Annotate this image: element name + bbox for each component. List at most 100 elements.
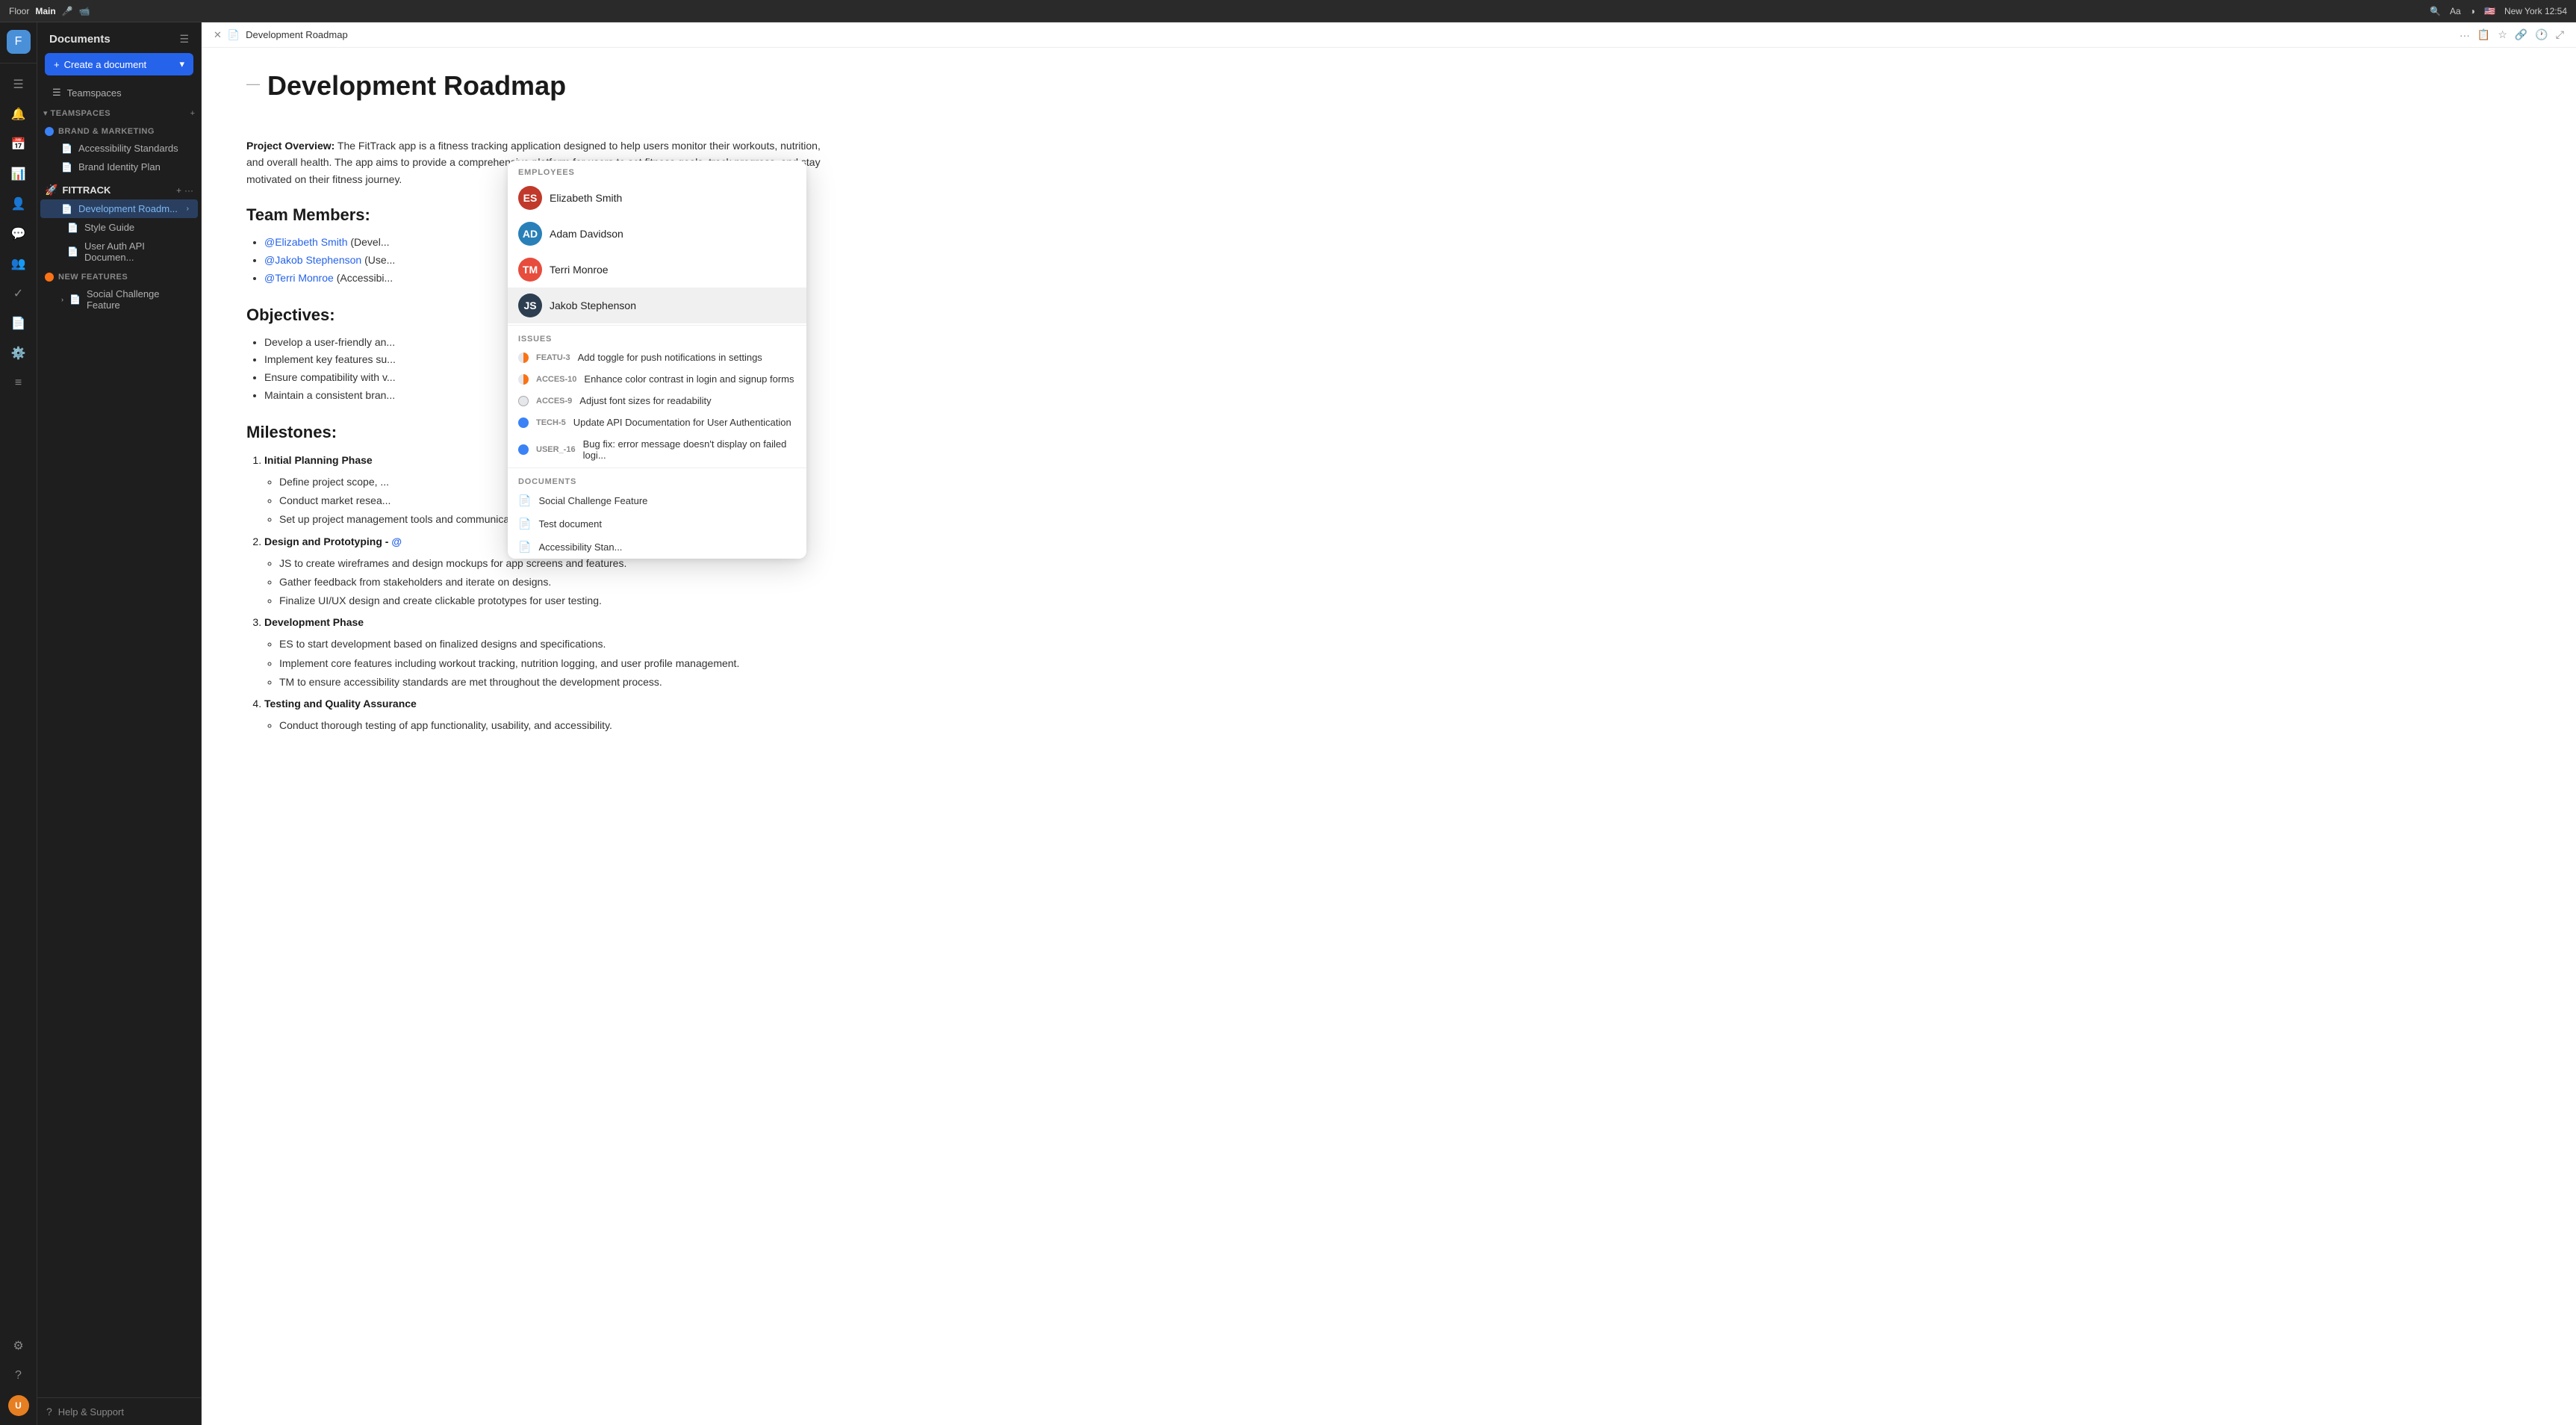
popup-doc-social[interactable]: 📄 Social Challenge Feature: [508, 489, 806, 512]
popup-issue-acces9[interactable]: ACCES-9 Adjust font sizes for readabilit…: [508, 390, 806, 412]
doc-file-icon: 📄: [228, 29, 240, 41]
nav-bell-icon[interactable]: 🔔: [7, 102, 31, 126]
popup-doc-name-social: Social Challenge Feature: [538, 495, 647, 506]
topbar-search-icon[interactable]: 🔍: [2430, 6, 2441, 16]
issue-badge-featu3: FEATU-3: [536, 353, 570, 362]
issue-dot-user16: [518, 444, 529, 455]
create-document-button[interactable]: + Create a document ▾: [45, 53, 193, 75]
popup-employee-adam[interactable]: AD Adam Davidson: [508, 216, 806, 252]
issue-text-featu3: Add toggle for push notifications in set…: [578, 352, 762, 363]
nav-chart-icon[interactable]: 📊: [7, 162, 31, 186]
fittrack-add-icon[interactable]: +: [176, 185, 181, 196]
topbar-mic-icon[interactable]: 🎤: [62, 6, 73, 16]
popup-employee-terri[interactable]: TM Terri Monroe: [508, 252, 806, 288]
nav-layers-icon[interactable]: ≡: [7, 371, 31, 395]
help-question-icon: ?: [46, 1406, 52, 1418]
issue-text-user16: Bug fix: error message doesn't display o…: [583, 438, 796, 461]
nav-docs-icon[interactable]: 📄: [7, 311, 31, 335]
topbar-theme-icon[interactable]: ◑: [2470, 6, 2475, 16]
new-features-label: NEW FEATURES: [58, 273, 128, 282]
popup-employee-elizabeth[interactable]: ES Elizabeth Smith: [508, 180, 806, 216]
mention-popup: EMPLOYEES ES Elizabeth Smith AD Adam Dav…: [508, 161, 806, 559]
mention-jakob[interactable]: @Jakob Stephenson: [264, 254, 361, 266]
mention-terri[interactable]: @Terri Monroe: [264, 272, 334, 284]
main-content: ✕ 📄 Development Roadmap ··· 📋 ☆ 🔗 🕐 ⤢ — …: [202, 22, 2576, 1425]
new-features-header[interactable]: NEW FEATURES: [37, 270, 201, 285]
doc-icon-user-auth: 📄: [67, 246, 78, 257]
app-logo[interactable]: F: [7, 30, 31, 54]
doc-title-area: — Development Roadmap: [246, 70, 829, 119]
mention-elizabeth[interactable]: @Elizabeth Smith: [264, 236, 347, 248]
nav-group-icon[interactable]: 👥: [7, 252, 31, 276]
popup-doc-icon-accessibility: 📄: [518, 541, 531, 553]
topbar-aa-icon[interactable]: Aa: [2450, 6, 2461, 16]
sidebar-teamspaces-link[interactable]: ☰ Teamspaces: [40, 83, 198, 102]
milestone-2-task-2: Gather feedback from stakeholders and it…: [279, 573, 829, 592]
doc-icon-style: 📄: [67, 223, 78, 233]
popup-employee-jakob[interactable]: JS Jakob Stephenson: [508, 288, 806, 323]
milestone-4: Testing and Quality Assurance Conduct th…: [264, 695, 829, 735]
fittrack-more-icon[interactable]: ···: [184, 185, 193, 196]
popup-doc-name-accessibility: Accessibility Stan...: [538, 541, 622, 553]
nav-avatar-icon[interactable]: U: [7, 1394, 31, 1418]
doc-history-icon[interactable]: 🕐: [2535, 28, 2548, 41]
teamspaces-add-icon[interactable]: +: [190, 109, 195, 118]
brand-marketing-header[interactable]: BRAND & MARKETING: [37, 124, 201, 139]
milestone-3: Development Phase ES to start developmen…: [264, 613, 829, 692]
popup-issue-featu3[interactable]: FEATU-3 Add toggle for push notification…: [508, 347, 806, 368]
milestone-3-task-3: TM to ensure accessibility standards are…: [279, 673, 829, 692]
sidebar-item-social-challenge[interactable]: › 📄 Social Challenge Feature: [40, 285, 198, 314]
teamspaces-label: Teamspaces: [67, 87, 122, 99]
fittrack-section: 🚀 FITTRACK + ··· 📄 Development Roadm... …: [37, 179, 201, 267]
sidebar-header: Documents ☰: [37, 22, 201, 53]
sidebar-item-brand-identity[interactable]: 📄 Brand Identity Plan: [40, 158, 198, 176]
popup-issue-acces10[interactable]: ACCES-10 Enhance color contrast in login…: [508, 368, 806, 390]
doc-icon-dev-roadmap: 📄: [61, 204, 72, 214]
issue-badge-user16: USER_-16: [536, 445, 576, 454]
new-features-section: NEW FEATURES › 📄 Social Challenge Featur…: [37, 270, 201, 314]
nav-chat-icon[interactable]: 💬: [7, 222, 31, 246]
popup-issue-tech5[interactable]: TECH-5 Update API Documentation for User…: [508, 412, 806, 433]
help-support-label[interactable]: Help & Support: [58, 1406, 124, 1418]
mention-at[interactable]: @: [391, 535, 402, 547]
popup-doc-test[interactable]: 📄 Test document: [508, 512, 806, 535]
doc-expand-icon[interactable]: ⤢: [2556, 28, 2564, 41]
avatar-elizabeth: ES: [518, 186, 542, 210]
sidebar-item-style-guide[interactable]: 📄 Style Guide: [40, 218, 198, 237]
nav-menu-icon[interactable]: ☰: [7, 72, 31, 96]
milestone-3-task-1: ES to start development based on finaliz…: [279, 635, 829, 653]
doc-close-icon[interactable]: ✕: [214, 29, 222, 41]
doc-link-icon[interactable]: 🔗: [2515, 28, 2527, 41]
issue-badge-acces9: ACCES-9: [536, 397, 572, 406]
sidebar-item-dev-roadmap[interactable]: 📄 Development Roadm... ›: [40, 199, 198, 218]
new-features-dot: [45, 273, 54, 282]
employee-name-elizabeth: Elizabeth Smith: [550, 192, 622, 204]
topbar-location-time: New York 12:54: [2504, 6, 2567, 16]
sidebar-item-user-auth[interactable]: 📄 User Auth API Documen...: [40, 237, 198, 267]
sidebar-menu-icon[interactable]: ☰: [179, 33, 189, 46]
popup-employees-label: EMPLOYEES: [508, 161, 806, 180]
doc-collapse-icon[interactable]: —: [246, 76, 260, 92]
nav-help-icon[interactable]: ?: [7, 1364, 31, 1388]
doc-star-icon[interactable]: ☆: [2498, 28, 2507, 41]
nav-user-icon[interactable]: 👤: [7, 192, 31, 216]
nav-check-icon[interactable]: ✓: [7, 282, 31, 305]
sidebar-item-accessibility[interactable]: 📄 Accessibility Standards: [40, 139, 198, 158]
popup-doc-accessibility[interactable]: 📄 Accessibility Stan...: [508, 535, 806, 559]
milestone-3-task-2: Implement core features including workou…: [279, 654, 829, 673]
nav-calendar-icon[interactable]: 📅: [7, 132, 31, 156]
issue-text-acces10: Enhance color contrast in login and sign…: [584, 373, 794, 385]
nav-star-icon[interactable]: ⚙️: [7, 341, 31, 365]
popup-issue-user16[interactable]: USER_-16 Bug fix: error message doesn't …: [508, 433, 806, 466]
nav-sliders-icon[interactable]: ⚙: [7, 1334, 31, 1358]
topbar-workspace: Main: [35, 6, 55, 16]
doc-icon-social: 📄: [69, 294, 81, 305]
doc-more-icon[interactable]: ···: [2460, 29, 2470, 41]
topbar-cam-icon[interactable]: 📹: [79, 6, 90, 16]
accessibility-label: Accessibility Standards: [78, 143, 178, 154]
icon-bar: F ☰ 🔔 📅 📊 👤 💬 👥 ✓ 📄 ⚙️ ≡ ⚙ ? U: [0, 22, 37, 1425]
teamspaces-toggle[interactable]: ▾ TEAMSPACES +: [37, 105, 201, 121]
milestone-4-label: Testing and Quality Assurance: [264, 698, 417, 710]
teamspaces-list-icon: ☰: [52, 87, 61, 99]
doc-copy-icon[interactable]: 📋: [2477, 28, 2490, 41]
